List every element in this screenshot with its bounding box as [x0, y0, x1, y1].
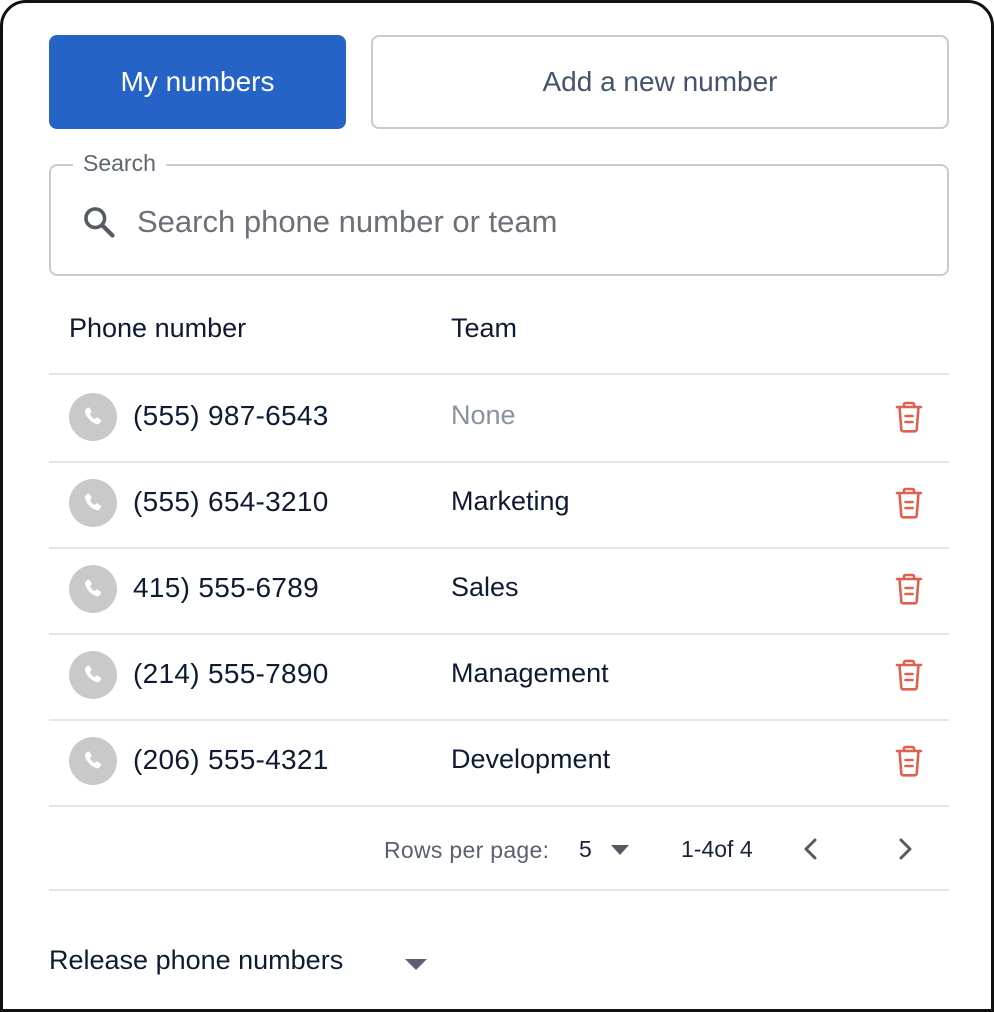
team-name: None [451, 400, 516, 430]
column-header-team[interactable]: Team [451, 313, 517, 344]
trash-icon[interactable] [889, 655, 929, 695]
rows-per-page-label: Rows per page: [384, 837, 550, 863]
search-legend: Search [73, 150, 166, 177]
phone-icon [69, 479, 117, 527]
phone-icon [69, 393, 117, 441]
phone-number: (214) 555-7890 [133, 658, 329, 689]
table-row[interactable]: 415) 555-6789 Sales [49, 547, 949, 635]
team-name: Sales [451, 572, 519, 602]
rows-per-page-select[interactable]: 5 [579, 836, 592, 863]
search-field[interactable]: Search [49, 150, 949, 276]
chevron-right-icon[interactable] [893, 835, 917, 863]
phone-number: 415) 555-6789 [133, 572, 320, 603]
table-row[interactable]: (555) 987-6543 None [49, 375, 949, 463]
table-row[interactable]: (555) 654-3210 Marketing [49, 461, 949, 549]
table-row[interactable]: (206) 555-4321 Development [49, 719, 949, 807]
chevron-left-icon[interactable] [799, 835, 823, 863]
column-header-phone[interactable]: Phone number [69, 313, 246, 344]
team-name: Development [451, 744, 611, 774]
caret-down-icon[interactable] [405, 959, 427, 970]
table-pagination: Rows per page: 5 1-4of 4 [49, 805, 949, 891]
phone-icon [69, 737, 117, 785]
team-name: Marketing [451, 486, 570, 516]
table-header: Phone number Team [49, 289, 949, 375]
caret-down-icon[interactable] [611, 845, 629, 855]
tab-add-new-number-label: Add a new number [542, 66, 778, 97]
search-icon [84, 207, 115, 238]
trash-icon[interactable] [889, 569, 929, 609]
trash-icon[interactable] [889, 483, 929, 523]
table-row[interactable]: (214) 555-7890 Management [49, 633, 949, 721]
numbers-panel: My numbers Add a new number Search Phone… [0, 0, 994, 1012]
team-name: Management [451, 658, 609, 688]
pagination-range: 1-4of 4 [681, 836, 753, 862]
phone-number: (555) 654-3210 [133, 486, 329, 517]
phone-number: (206) 555-4321 [133, 744, 329, 775]
trash-icon[interactable] [889, 397, 929, 437]
phone-icon [69, 651, 117, 699]
phone-icon [69, 565, 117, 613]
search-input[interactable] [137, 194, 917, 250]
tab-my-numbers[interactable]: My numbers [49, 35, 346, 129]
tab-add-new-number[interactable]: Add a new number [371, 35, 949, 129]
release-phone-numbers-toggle[interactable]: Release phone numbers [49, 945, 343, 976]
trash-icon[interactable] [889, 741, 929, 781]
phone-number: (555) 987-6543 [133, 400, 329, 431]
tab-my-numbers-label: My numbers [120, 66, 275, 97]
